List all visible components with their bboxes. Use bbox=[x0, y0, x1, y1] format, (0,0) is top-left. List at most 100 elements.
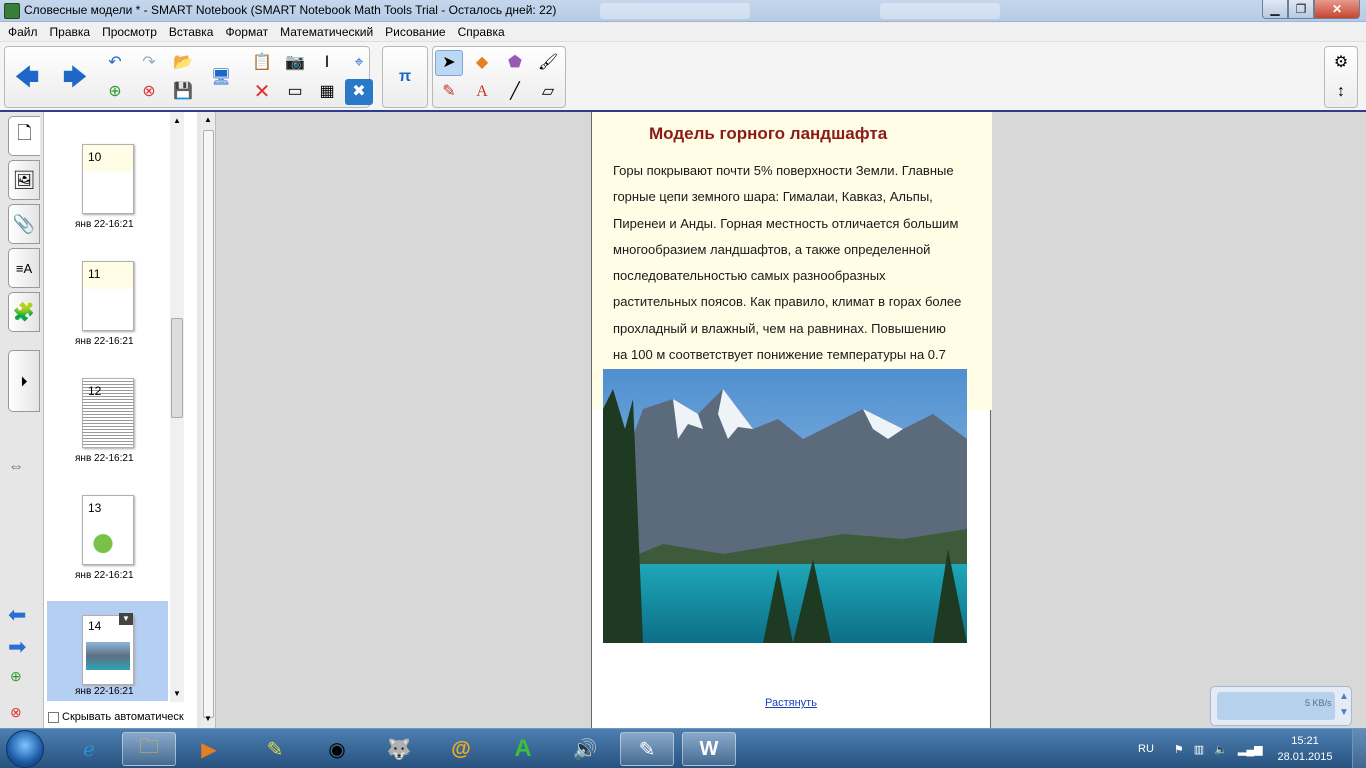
menu-format[interactable]: Формат bbox=[219, 25, 274, 39]
fill-icon[interactable]: 🖌 bbox=[534, 50, 562, 76]
measurement-tools-icon[interactable]: ⌖ bbox=[345, 50, 373, 76]
canvas-workspace[interactable]: Модель горного ландшафта Горы покрывают … bbox=[216, 112, 1366, 728]
page-thumbnail[interactable]: 11 янв 22-16:21 bbox=[47, 229, 168, 347]
notebook-page[interactable]: Модель горного ландшафта Горы покрывают … bbox=[591, 112, 992, 728]
start-button[interactable] bbox=[6, 730, 44, 768]
eraser-shapes-icon[interactable]: ⬟ bbox=[501, 50, 529, 76]
explorer-folder-icon[interactable]: 🗀 bbox=[122, 732, 176, 766]
signal-icon[interactable]: ▂▄▆ bbox=[1238, 743, 1263, 756]
mail-agent-icon[interactable]: @ bbox=[434, 732, 488, 766]
sorter-previous-icon[interactable]: ⬅ bbox=[8, 604, 36, 626]
menu-math[interactable]: Математический bbox=[274, 25, 379, 39]
page-sorter-tab-icon[interactable]: 🗋 bbox=[8, 116, 40, 156]
menu-view[interactable]: Просмотр bbox=[96, 25, 163, 39]
mountain-lake-photo[interactable] bbox=[603, 369, 967, 643]
toolbar-group-settings: ⚙ ↕ bbox=[1324, 46, 1358, 108]
paste-icon[interactable]: 📋 bbox=[248, 50, 276, 76]
page-thumbnail[interactable]: 10 янв 22-16:21 bbox=[47, 112, 168, 230]
smart-notebook-task-icon[interactable]: ✎ bbox=[620, 732, 674, 766]
page-body-text[interactable]: Горы покрывают почти 5% поверхности Земл… bbox=[613, 158, 973, 368]
chrome-icon[interactable]: ◉ bbox=[310, 732, 364, 766]
paint-tool-icon[interactable]: ✎ bbox=[248, 732, 302, 766]
text-insert-icon[interactable]: Ⅰ bbox=[313, 50, 341, 76]
select-pointer-icon[interactable]: ➤ bbox=[435, 50, 463, 76]
menu-file[interactable]: Файл bbox=[2, 25, 44, 39]
resize-panel-icon[interactable]: ⇔ bbox=[8, 458, 24, 476]
canvas-vertical-scrollbar[interactable]: ▲ ▼ bbox=[201, 112, 216, 728]
scroll-thumb[interactable] bbox=[203, 130, 214, 718]
previous-page-icon[interactable]: 🡄 bbox=[13, 65, 41, 91]
menu-help[interactable]: Справка bbox=[452, 25, 511, 39]
line-icon[interactable]: ╱ bbox=[501, 79, 529, 105]
network-speed-widget[interactable]: 5 KB/s ▲ ▼ bbox=[1210, 686, 1352, 726]
shapes-icon[interactable]: ◆ bbox=[468, 50, 496, 76]
scroll-down-icon[interactable]: ▼ bbox=[173, 689, 181, 698]
body-line: последовательностью самых разнообразных bbox=[613, 268, 886, 284]
menu-edit[interactable]: Правка bbox=[44, 25, 97, 39]
taskbar: ℯ 🗀 ▶ ✎ ◉ 🐺 @ A 🔊 ✎ W RU ⚑ ▥ 🔈 ▂▄▆ 15:21… bbox=[0, 728, 1366, 768]
maximize-button[interactable]: ❐ bbox=[1288, 0, 1314, 19]
menu-bar: Файл Правка Просмотр Вставка Формат Мате… bbox=[0, 22, 1366, 42]
math-pi-icon[interactable]: π bbox=[391, 64, 419, 90]
auto-hide-label: Скрывать автоматическ bbox=[62, 711, 184, 723]
eraser-icon[interactable]: ▱ bbox=[534, 79, 562, 105]
move-toolbar-icon[interactable]: ↕ bbox=[1327, 79, 1355, 105]
sorter-add-page-icon[interactable]: ⊕ bbox=[10, 668, 22, 685]
properties-tab-icon[interactable]: ≡A bbox=[8, 248, 40, 288]
screen-shade-icon[interactable]: ▭ bbox=[281, 79, 309, 105]
internet-explorer-icon[interactable]: ℯ bbox=[62, 732, 116, 766]
open-file-icon[interactable]: 📂 bbox=[169, 50, 197, 76]
app-a-icon[interactable]: A bbox=[496, 732, 550, 766]
delete-page-icon[interactable]: ⊗ bbox=[135, 79, 163, 105]
add-page-icon[interactable]: ⊕ bbox=[101, 79, 129, 105]
settings-gear-icon[interactable]: ⚙ bbox=[1327, 50, 1355, 76]
sorter-next-icon[interactable]: ➡ bbox=[8, 636, 36, 658]
addons-tab-icon[interactable]: 🧩 bbox=[8, 292, 40, 332]
gallery-tab-icon[interactable]: 🖼 bbox=[8, 160, 40, 200]
save-icon[interactable]: 💾 bbox=[169, 79, 197, 105]
show-desktop-button[interactable] bbox=[1352, 729, 1366, 768]
pens-icon[interactable]: ✎ bbox=[435, 79, 463, 105]
auto-hide-checkbox[interactable] bbox=[48, 711, 59, 723]
text-icon[interactable]: A bbox=[468, 79, 496, 105]
undo-icon[interactable]: ↶ bbox=[101, 50, 129, 76]
body-line: горные цепи земного шара: Гималаи, Кавка… bbox=[613, 189, 933, 205]
network-icon[interactable]: ▥ bbox=[1194, 743, 1204, 756]
close-tools-icon[interactable]: ✖ bbox=[345, 79, 373, 105]
full-screen-icon[interactable]: 🖥 bbox=[207, 65, 235, 91]
page-title[interactable]: Модель горного ландшафта bbox=[649, 124, 887, 144]
screen-capture-icon[interactable]: 📷 bbox=[281, 50, 309, 76]
flag-icon[interactable]: ⚑ bbox=[1174, 743, 1184, 756]
sorter-scrollbar[interactable]: ▲ ▼ bbox=[170, 112, 184, 702]
scroll-down-icon[interactable]: ▼ bbox=[204, 714, 212, 723]
attachments-tab-icon[interactable]: 📎 bbox=[8, 204, 40, 244]
sorter-delete-page-icon[interactable]: ⊗ bbox=[10, 704, 22, 721]
volume-icon[interactable]: 🔈 bbox=[1214, 743, 1228, 756]
minimize-button[interactable]: ▁ bbox=[1262, 0, 1288, 19]
next-page-icon[interactable]: 🡆 bbox=[61, 65, 89, 91]
media-player-icon[interactable]: ▶ bbox=[182, 732, 236, 766]
page-thumbnail[interactable]: 13 янв 22-16:21 bbox=[47, 463, 168, 581]
clock[interactable]: 15:21 28.01.2015 bbox=[1272, 733, 1338, 765]
page-thumbnail[interactable]: 12 янв 22-16:21 bbox=[47, 346, 168, 464]
scroll-thumb[interactable] bbox=[171, 318, 183, 418]
stretch-link[interactable]: Растянуть bbox=[765, 697, 817, 709]
body-line: многообразием ландшафтов, а также опреде… bbox=[613, 241, 931, 257]
page-thumbnail-selected[interactable]: 14 ▼ янв 22-16:21 bbox=[47, 601, 168, 701]
gimp-icon[interactable]: 🐺 bbox=[372, 732, 426, 766]
delete-icon[interactable]: ✕ bbox=[248, 79, 276, 105]
scroll-up-icon[interactable]: ▲ bbox=[173, 116, 181, 125]
thumbnail-menu-chevron-icon[interactable]: ▼ bbox=[119, 613, 133, 625]
table-icon[interactable]: ▦ bbox=[313, 79, 341, 105]
audio-icon[interactable]: 🔊 bbox=[558, 732, 612, 766]
auto-hide-option[interactable]: Скрывать автоматическ bbox=[48, 711, 184, 723]
word-icon[interactable]: W bbox=[682, 732, 736, 766]
menu-draw[interactable]: Рисование bbox=[379, 25, 451, 39]
redo-icon[interactable]: ↷ bbox=[135, 50, 163, 76]
expand-panel-icon[interactable]: ⏵ bbox=[8, 350, 40, 412]
toolbar-group-main: 🡄 🡆 ↶ ↷ ⊕ ⊗ 📂 💾 🖥 📋 ✕ 📷 ▭ Ⅰ ▦ ⌖ ✖ bbox=[4, 46, 373, 108]
menu-insert[interactable]: Вставка bbox=[163, 25, 220, 39]
scroll-up-icon[interactable]: ▲ bbox=[204, 115, 212, 124]
language-indicator[interactable]: RU bbox=[1138, 743, 1154, 755]
close-button[interactable]: ✕ bbox=[1314, 0, 1360, 19]
